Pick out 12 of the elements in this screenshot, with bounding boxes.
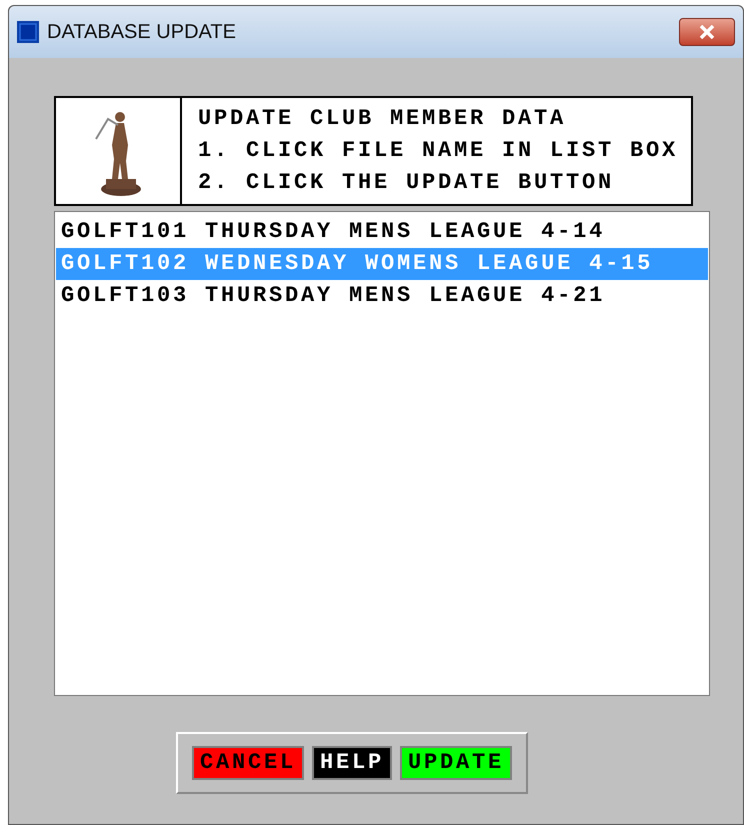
action-button[interactable]: HELP: [312, 746, 392, 780]
action-button[interactable]: UPDATE: [400, 746, 512, 780]
instruction-text: 2. CLICK THE UPDATE BUTTON: [198, 172, 616, 194]
instruction-text: UPDATE CLUB MEMBER DATA: [198, 108, 568, 130]
close-button[interactable]: [679, 18, 735, 46]
file-list-item[interactable]: GOLFT101 THURSDAY MENS LEAGUE 4-14: [56, 216, 708, 248]
instruction-text: 1. CLICK FILE NAME IN LIST BOX: [198, 140, 678, 162]
action-button[interactable]: CANCEL: [192, 746, 304, 780]
file-list-item[interactable]: GOLFT103 THURSDAY MENS LEAGUE 4-21: [56, 280, 708, 312]
window-title: DATABASE UPDATE: [47, 20, 236, 45]
window-icon: [17, 21, 39, 43]
close-icon: [699, 25, 715, 39]
